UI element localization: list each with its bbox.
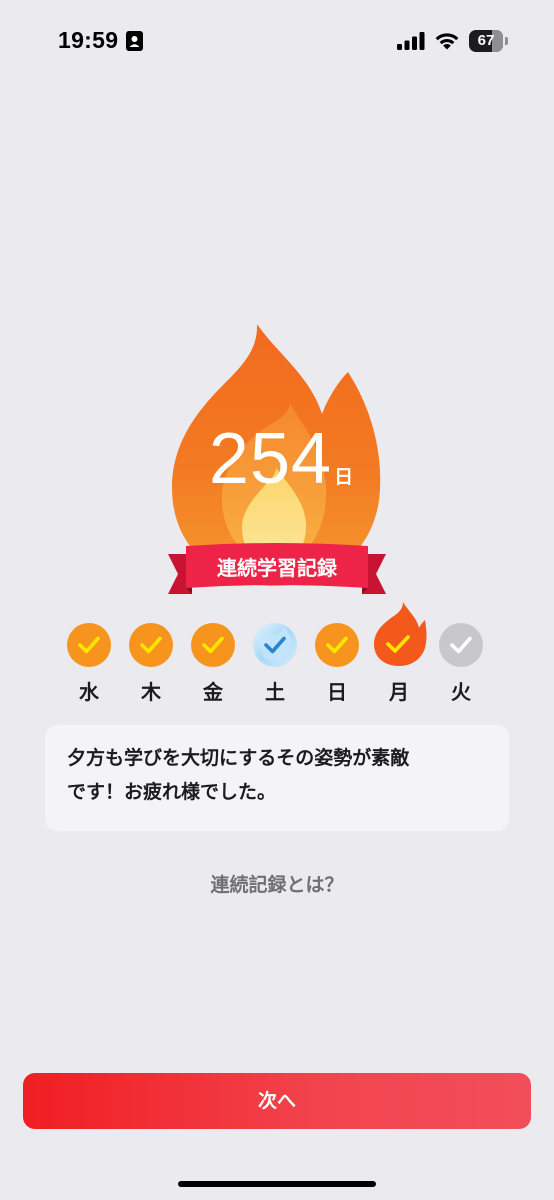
day-wednesday: 水	[58, 620, 120, 710]
home-indicator[interactable]	[178, 1181, 376, 1187]
day-label: 月	[389, 680, 409, 704]
day-label: 日	[327, 680, 347, 704]
status-time: 19:59	[58, 27, 119, 53]
message-card: 夕方も学びを大切にするその姿勢が素敵 です！お疲れ様でした。	[45, 725, 509, 831]
day-saturday: 土	[244, 620, 306, 710]
status-bar: 19:59 67	[0, 0, 554, 84]
about-streak-link[interactable]: 連続記録とは？	[0, 870, 554, 897]
battery-body: 67	[469, 30, 503, 52]
ice-check-icon	[253, 623, 297, 667]
battery-cap	[505, 37, 508, 45]
check-circle-icon	[129, 623, 173, 667]
streak-count: 254 日	[0, 418, 554, 500]
message-text: 夕方も学びを大切にするその姿勢が素敵 です！お疲れ様でした。	[67, 741, 467, 809]
battery-level: 67	[477, 32, 495, 49]
day-label: 水	[79, 680, 99, 704]
streak-unit: 日	[334, 466, 354, 488]
day-tuesday: 火	[430, 620, 492, 710]
flame-check-icon	[374, 602, 427, 666]
check-circle-icon	[67, 623, 111, 667]
check-circle-icon	[191, 623, 235, 667]
battery-indicator: 67	[469, 30, 509, 52]
message-line-1: 夕方も学びを大切にするその姿勢が素敵	[67, 747, 410, 769]
day-friday: 金	[182, 620, 244, 710]
day-label: 火	[451, 680, 471, 704]
streak-banner-label: 連続学習記録	[217, 556, 337, 580]
day-monday: 月	[368, 602, 430, 710]
week-streak-row: 水 木 金 土 日 月 火	[58, 602, 498, 710]
day-sunday: 日	[306, 620, 368, 710]
check-circle-icon	[315, 623, 359, 667]
streak-number: 254	[208, 419, 333, 499]
day-label: 木	[141, 680, 161, 704]
cellular-signal-icon	[397, 32, 425, 50]
check-circle-icon	[439, 623, 483, 667]
contact-card-icon	[126, 31, 143, 51]
wifi-icon	[435, 33, 459, 50]
day-label: 土	[265, 680, 285, 704]
next-button[interactable]: 次へ	[23, 1073, 531, 1129]
day-thursday: 木	[120, 620, 182, 710]
day-label: 金	[203, 680, 223, 704]
message-line-2: です！お疲れ様でした。	[67, 781, 277, 803]
